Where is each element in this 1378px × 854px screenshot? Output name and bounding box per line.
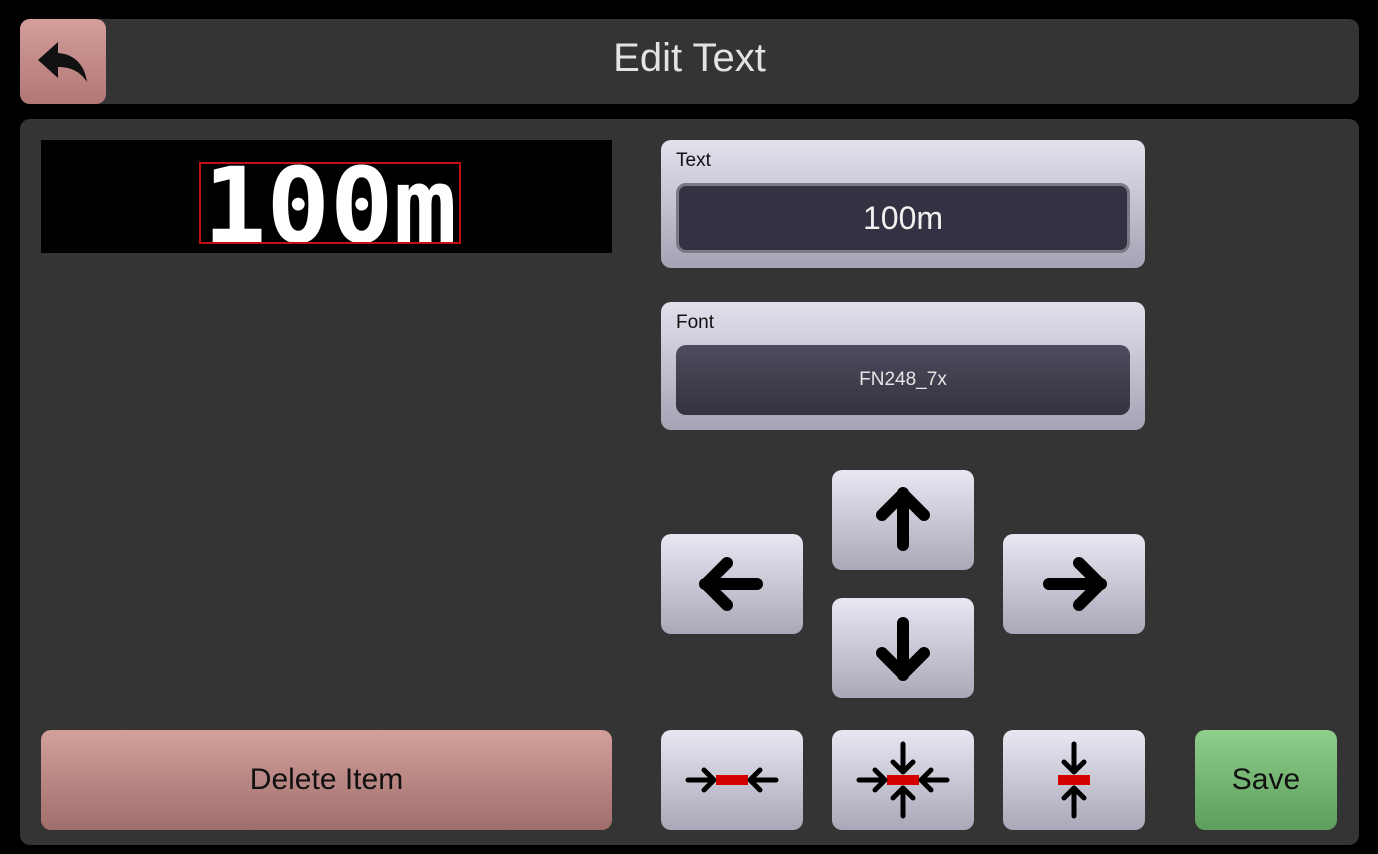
center-horizontal-icon (685, 767, 779, 793)
center-both-icon (856, 741, 950, 819)
move-down-button[interactable] (832, 598, 974, 698)
move-left-button[interactable] (661, 534, 803, 634)
center-vertical-icon (1058, 741, 1090, 819)
center-both-button[interactable] (832, 730, 974, 830)
back-button[interactable] (20, 19, 106, 104)
text-label: Text (676, 150, 711, 171)
page-title: Edit Text (613, 36, 766, 80)
font-value: FN248_7x (859, 369, 947, 390)
center-horizontal-button[interactable] (661, 730, 803, 830)
save-label: Save (1231, 763, 1301, 796)
arrow-up-icon (876, 487, 930, 551)
delete-item-button[interactable]: Delete Item (41, 730, 612, 830)
header-bar: Edit Text (20, 19, 1359, 104)
main-panel: 100m Text Font FN248_7x (20, 119, 1359, 845)
text-card: Text (661, 140, 1145, 268)
save-button[interactable]: Save (1195, 730, 1337, 830)
selected-text-item[interactable]: 100m (199, 162, 461, 244)
arrow-left-icon (699, 557, 763, 611)
display-preview[interactable]: 100m (41, 140, 612, 253)
arrow-down-icon (876, 617, 930, 681)
font-selector[interactable]: FN248_7x (676, 345, 1130, 415)
font-card: Font FN248_7x (661, 302, 1145, 430)
back-arrow-icon (38, 41, 87, 82)
move-right-button[interactable] (1003, 534, 1145, 634)
delete-item-label: Delete Item (249, 763, 404, 796)
text-input[interactable] (676, 183, 1130, 253)
center-vertical-button[interactable] (1003, 730, 1145, 830)
move-up-button[interactable] (832, 470, 974, 570)
arrow-right-icon (1043, 557, 1107, 611)
font-label: Font (676, 312, 715, 333)
preview-text: 100m (203, 164, 457, 242)
